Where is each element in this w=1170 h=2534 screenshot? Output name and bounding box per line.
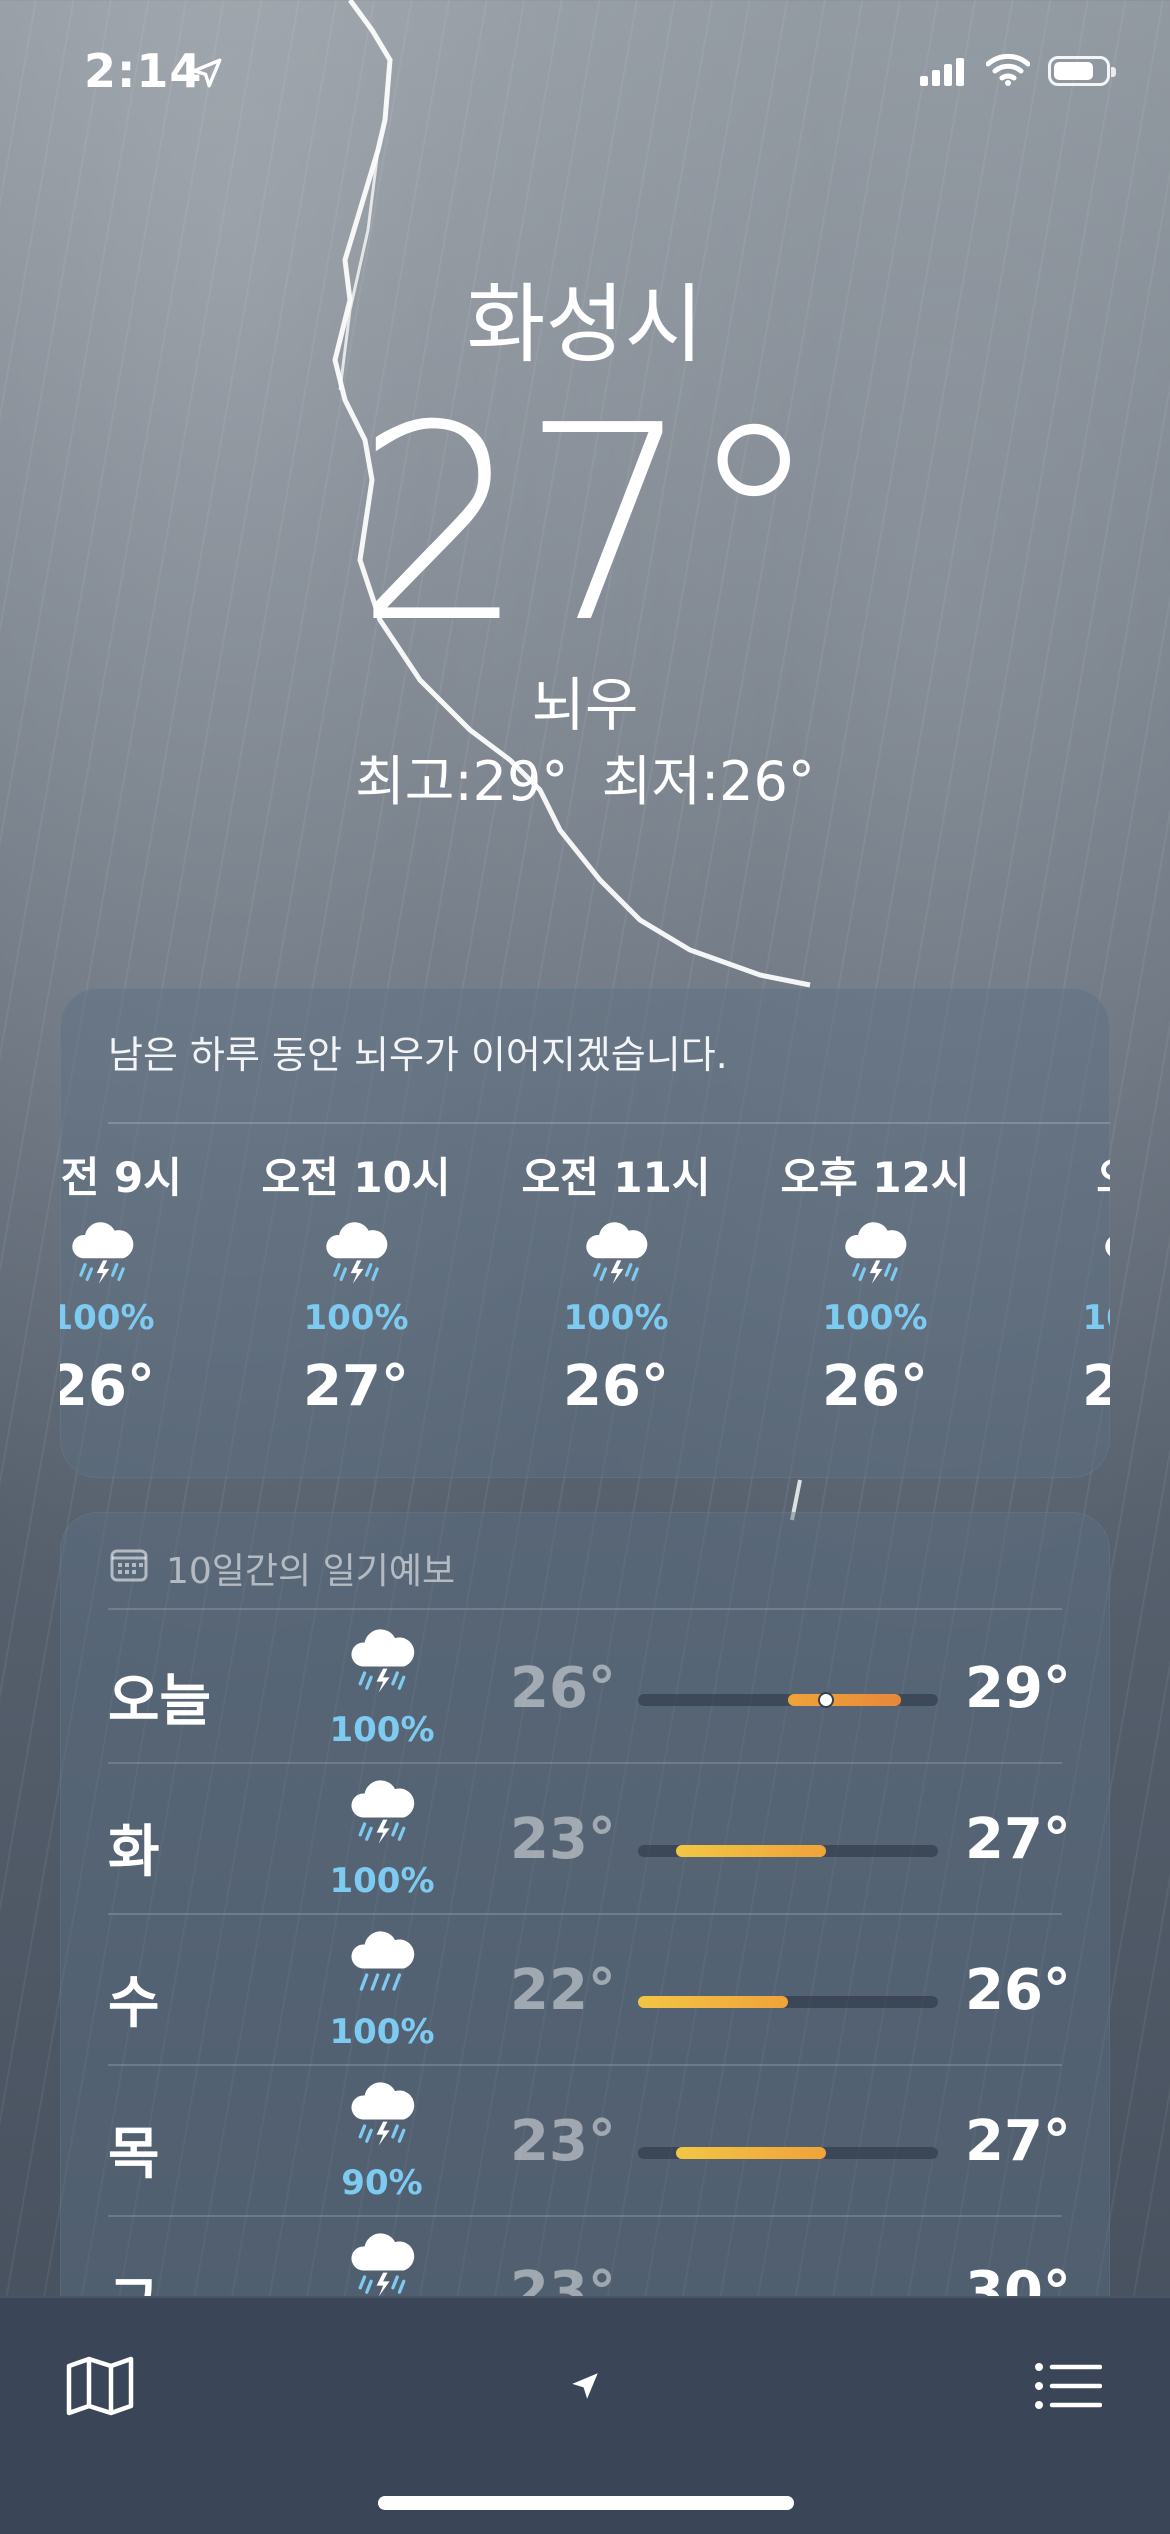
hour-label: 오전 9시 <box>60 1153 182 1202</box>
calendar-icon <box>110 1546 148 1591</box>
hour-precip: 100% <box>1082 1298 1110 1338</box>
hour-temp: 26° <box>822 1354 928 1419</box>
hour-item: 오후 100% 26° <box>1035 1148 1110 1432</box>
daily-forecast-title: 10일간의 일기예보 <box>166 1551 456 1592</box>
hourly-forecast-card[interactable]: 남은 하루 동안 뇌우가 이어지겠습니다. 오전 9시 100% 26° 오전 … <box>60 988 1110 1478</box>
day-low-temp: 23° <box>510 1807 616 1872</box>
wifi-icon <box>985 52 1031 90</box>
city-name: 화성시 <box>466 275 704 375</box>
location-arrow-icon <box>190 56 224 94</box>
cellular-signal-icon <box>920 56 968 86</box>
map-icon <box>65 2356 135 2420</box>
daily-row[interactable]: 목 90% 23° 27° <box>60 2065 1110 2215</box>
temp-range-track <box>638 1996 938 2008</box>
thunderstorm-icon <box>256 1208 456 1298</box>
temp-range-track <box>638 1692 938 1708</box>
thunderstorm-icon <box>60 1208 202 1298</box>
day-name: 목 <box>108 2122 160 2187</box>
hour-item: 오후 12시 100% 26° <box>775 1148 975 1432</box>
hourly-summary: 남은 하루 동안 뇌우가 이어지겠습니다. <box>108 1033 728 1077</box>
daily-row[interactable]: 화 100% 23° 27° <box>60 1763 1110 1913</box>
temp-range-track <box>638 1845 938 1857</box>
current-condition: 뇌우 <box>531 671 639 739</box>
day-high-temp: 29° <box>965 1656 1071 1721</box>
hour-precip: 100% <box>303 1298 409 1338</box>
current-weather-header: 화성시 27° 뇌우 최고:29° 최저:26° <box>0 270 1170 814</box>
day-precip: 100% <box>329 2012 435 2052</box>
bottom-toolbar <box>0 2296 1170 2534</box>
temp-range-fill <box>788 1694 901 1706</box>
hourly-scroll-strip[interactable]: 오전 9시 100% 26° 오전 10시 100% 27° 오전 11시 10… <box>60 1148 1110 1468</box>
list-icon <box>1034 2362 1103 2414</box>
day-precip: 100% <box>329 1710 435 1750</box>
hour-label: 오후 <box>1035 1148 1110 1208</box>
daily-row[interactable]: 수 100% 22° 26° <box>60 1914 1110 2064</box>
temp-range-fill <box>675 2147 826 2159</box>
high-temp: 최고:29° <box>355 750 569 813</box>
map-button[interactable] <box>50 2338 150 2438</box>
daily-forecast-card[interactable]: 10일간의 일기예보 오늘 100% 26° 29° 화 100% 23° 27° 수 100% 2… <box>60 1512 1110 2432</box>
daily-forecast-header: 10일간의 일기예보 <box>110 1542 455 1594</box>
hour-item: 오전 9시 100% 26° <box>60 1148 202 1432</box>
battery-icon <box>1048 56 1116 86</box>
current-location-button[interactable] <box>535 2338 635 2438</box>
temp-range-fill <box>675 1845 826 1857</box>
divider <box>108 1608 1062 1610</box>
rain-icon <box>322 1928 442 2010</box>
thunderstorm-icon <box>1035 1208 1110 1298</box>
thunderstorm-icon <box>516 1208 716 1298</box>
thunderstorm-icon <box>322 1777 442 1859</box>
city-list-button[interactable] <box>1018 2338 1118 2438</box>
day-name: 오늘 <box>108 1669 212 1734</box>
day-low-temp: 26° <box>510 1656 616 1721</box>
hour-label: 오전 10시 <box>261 1153 451 1202</box>
low-temp: 최저:26° <box>601 750 815 813</box>
day-high-temp: 27° <box>965 1807 1071 1872</box>
day-low-temp: 22° <box>510 1958 616 2023</box>
status-time: 2:14 <box>84 44 203 98</box>
divider <box>108 1122 1110 1124</box>
home-indicator[interactable] <box>378 2496 794 2510</box>
day-high-temp: 27° <box>965 2109 1071 2174</box>
status-bar: 2:14 <box>0 0 1170 140</box>
temp-range-track <box>638 2147 938 2159</box>
daily-row[interactable]: 오늘 100% 26° 29° <box>60 1612 1110 1762</box>
hour-temp: 26° <box>60 1354 155 1419</box>
day-high-temp: 26° <box>965 1958 1071 2023</box>
day-name: 화 <box>108 1820 160 1885</box>
day-precip: 90% <box>341 2163 423 2203</box>
hour-temp: 26° <box>1082 1354 1110 1419</box>
temp-range-fill <box>638 1996 788 2008</box>
current-temperature: 27° <box>354 367 822 682</box>
high-low-temps: 최고:29° 최저:26° <box>0 750 1170 814</box>
hour-label: 오후 12시 <box>780 1153 970 1202</box>
hour-label: 오전 11시 <box>521 1153 711 1202</box>
current-temp-dot <box>817 1692 834 1708</box>
thunderstorm-icon <box>322 2079 442 2161</box>
thunderstorm-icon <box>775 1208 975 1298</box>
hour-temp: 27° <box>303 1354 409 1419</box>
day-precip: 100% <box>329 1861 435 1901</box>
hour-precip: 100% <box>60 1298 155 1338</box>
location-arrow-icon <box>568 2369 602 2407</box>
status-icons <box>920 52 1116 90</box>
hour-precip: 100% <box>563 1298 669 1338</box>
day-low-temp: 23° <box>510 2109 616 2174</box>
hour-temp: 26° <box>563 1354 669 1419</box>
hour-item: 오전 10시 100% 27° <box>256 1148 456 1432</box>
hour-precip: 100% <box>822 1298 928 1338</box>
thunderstorm-icon <box>322 1626 442 1708</box>
hour-item: 오전 11시 100% 26° <box>516 1148 716 1432</box>
day-name: 수 <box>108 1971 160 2036</box>
